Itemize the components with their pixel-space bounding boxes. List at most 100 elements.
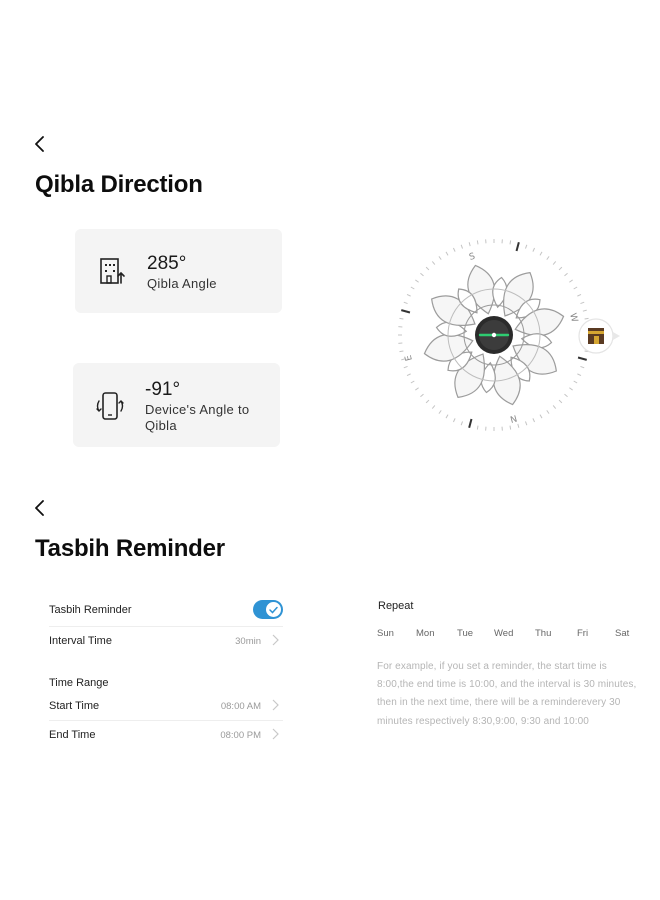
divider — [49, 720, 283, 721]
compass-tick — [569, 387, 573, 391]
compass-tick — [580, 365, 585, 369]
compass-tick — [552, 261, 557, 265]
page-title-qibla: Qibla Direction — [35, 171, 203, 198]
interval-time-label: Interval Time — [49, 635, 112, 647]
compass-tick — [517, 423, 520, 428]
compass-tick — [420, 393, 424, 398]
compass-tick — [445, 414, 449, 419]
compass-tick — [452, 247, 456, 252]
compass-tick — [577, 373, 582, 377]
compass-tick — [539, 414, 543, 419]
compass-tick — [425, 399, 430, 404]
chevron-right-icon — [272, 699, 279, 711]
divider — [49, 626, 283, 627]
day-sun[interactable]: Sun — [377, 628, 394, 639]
compass-tick — [552, 405, 557, 409]
compass-tick — [558, 399, 563, 404]
compass-tick — [406, 293, 411, 297]
compass-tick — [438, 410, 442, 414]
compass-tick — [524, 244, 528, 249]
device-angle-label: Device's Angle to Qibla — [145, 402, 250, 433]
end-time-value: 08:00 PM — [220, 730, 261, 741]
compass-tick — [452, 418, 456, 423]
interval-time-value: 30min — [235, 636, 261, 647]
day-fri[interactable]: Fri — [577, 628, 588, 639]
qibla-angle-label: Qibla Angle — [147, 276, 217, 291]
compass-tick — [431, 261, 436, 265]
end-time-label: End Time — [49, 729, 96, 741]
compass-tick — [468, 418, 473, 428]
chevron-left-icon — [35, 500, 44, 516]
compass-tick — [445, 251, 449, 256]
compass-tick — [431, 405, 436, 409]
compass-tick — [532, 247, 536, 252]
compass-tick — [573, 380, 578, 384]
page-title-tasbih: Tasbih Reminder — [35, 535, 225, 562]
compass-tick — [415, 387, 419, 391]
device-angle-value: -91° — [145, 379, 181, 400]
qibla-compass: S W E N — [392, 232, 628, 438]
compass-tick — [564, 393, 568, 398]
compass-label-n: N — [509, 412, 518, 423]
compass-tick — [399, 350, 404, 353]
compass-tick — [410, 286, 415, 290]
compass-tick — [476, 425, 479, 430]
compass-tick — [584, 317, 589, 320]
compass-tick — [476, 240, 479, 245]
compass-tick — [425, 266, 430, 271]
chevron-right-icon — [272, 634, 279, 646]
back-button-tasbih[interactable] — [28, 496, 52, 520]
compass-tick — [515, 242, 520, 252]
compass-tick — [403, 301, 408, 305]
compass-tick — [569, 279, 573, 283]
compass-tick — [460, 421, 464, 426]
compass-tick — [406, 373, 411, 377]
compass-tick — [577, 293, 582, 297]
toggle-knob — [266, 602, 281, 617]
start-time-row[interactable]: Start Time 08:00 AM — [49, 695, 283, 717]
tasbih-reminder-toggle[interactable] — [253, 600, 283, 619]
compass-tick — [539, 251, 543, 256]
day-wed[interactable]: Wed — [494, 628, 513, 639]
compass-tick — [573, 286, 578, 290]
phone-rotate-icon — [93, 390, 127, 422]
day-mon[interactable]: Mon — [416, 628, 434, 639]
compass-tick — [509, 240, 512, 245]
compass-tick — [546, 410, 550, 414]
tasbih-reminder-label: Tasbih Reminder — [49, 604, 132, 616]
interval-time-row[interactable]: Interval Time 30min — [49, 630, 283, 652]
compass-tick — [580, 301, 585, 305]
compass-tick — [558, 266, 563, 271]
compass-tick — [546, 256, 550, 260]
compass-tick — [564, 272, 568, 277]
compass-tick — [420, 272, 424, 277]
end-time-row[interactable]: End Time 08:00 PM — [49, 724, 283, 746]
chevron-left-icon — [35, 136, 44, 152]
device-angle-card: -91° Device's Angle to Qibla — [73, 363, 280, 447]
start-time-label: Start Time — [49, 700, 100, 712]
building-arrow-icon — [97, 255, 127, 287]
chevron-right-icon — [272, 728, 279, 740]
compass-tick — [410, 380, 415, 384]
start-time-value: 08:00 AM — [220, 701, 261, 712]
back-button-qibla[interactable] — [28, 132, 52, 156]
compass-tick — [401, 309, 411, 314]
compass-tick — [577, 356, 587, 361]
kaaba-icon — [578, 318, 620, 354]
compass-label-w: W — [567, 312, 579, 323]
day-thu[interactable]: Thu — [535, 628, 551, 639]
compass-label-e: E — [404, 353, 415, 361]
check-icon — [269, 606, 278, 614]
time-range-label: Time Range — [49, 677, 109, 689]
compass-tick — [399, 317, 404, 320]
compass-tick — [532, 418, 536, 423]
compass-tick — [415, 279, 419, 283]
compass-tick — [468, 242, 471, 247]
compass-tick — [524, 421, 528, 426]
qibla-angle-card: 285° Qibla Angle — [75, 229, 282, 313]
compass-tick — [509, 425, 512, 430]
day-sat[interactable]: Sat — [615, 628, 629, 639]
day-tue[interactable]: Tue — [457, 628, 473, 639]
compass-tick — [403, 365, 408, 369]
compass-tick — [460, 244, 464, 249]
